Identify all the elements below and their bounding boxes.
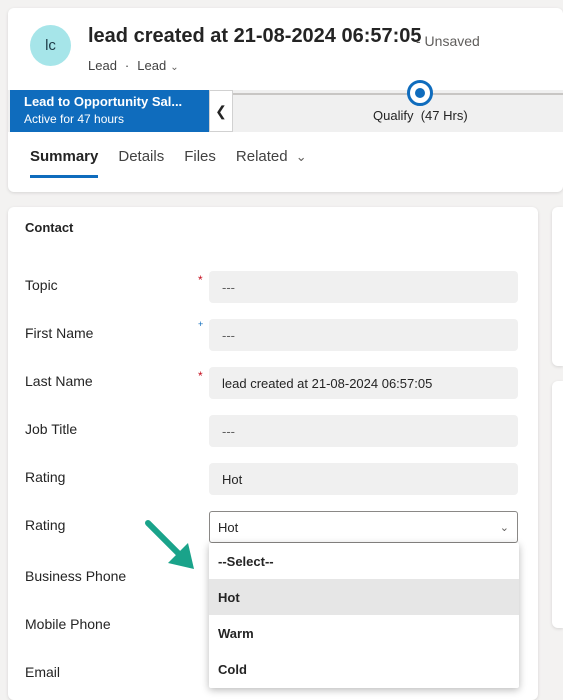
process-track <box>233 93 563 95</box>
last-name-input[interactable]: lead created at 21-08-2024 06:57:05 <box>209 367 518 399</box>
annotation-arrow-icon <box>145 520 194 569</box>
option-cold[interactable]: Cold <box>209 651 519 687</box>
stage-qualify[interactable]: Qualify (47 Hrs) <box>373 108 468 123</box>
rating-selected-value: Hot <box>218 519 239 535</box>
rating-value[interactable]: Hot <box>209 463 518 495</box>
stage-duration: (47 Hrs) <box>420 108 468 123</box>
option-hot[interactable]: Hot <box>209 579 519 615</box>
chevron-down-icon: ⌄ <box>295 149 307 164</box>
field-label: Email <box>25 664 61 680</box>
rating-select[interactable]: Hot ⌄ <box>209 511 518 543</box>
job-title-input[interactable]: --- <box>209 415 518 447</box>
form-tabs: Summary Details Files Related ⌄ <box>30 148 307 178</box>
field-label: Topic <box>25 277 58 293</box>
field-topic: Topic * --- <box>8 271 538 303</box>
stage-node-icon[interactable] <box>407 80 433 106</box>
record-subtitle: Lead · Lead ⌄ <box>88 58 179 73</box>
field-rating-readonly: Rating Hot <box>8 463 538 495</box>
tab-summary[interactable]: Summary <box>30 148 99 178</box>
chevron-down-icon: ⌄ <box>499 521 509 534</box>
field-last-name: Last Name * lead created at 21-08-2024 0… <box>8 367 538 399</box>
side-panel-card <box>552 381 563 628</box>
field-label: Mobile Phone <box>25 616 111 632</box>
record-header: lc lead created at 21-08-2024 06:57:05 -… <box>8 8 563 192</box>
option-warm[interactable]: Warm <box>209 615 519 651</box>
chevron-left-icon[interactable]: ❮ <box>209 90 233 132</box>
field-label: Last Name <box>25 373 93 389</box>
separator-dot: · <box>124 58 130 73</box>
tab-details[interactable]: Details <box>118 148 164 177</box>
process-active-duration: Active for 47 hours <box>24 112 125 126</box>
tab-related[interactable]: Related ⌄ <box>236 148 307 177</box>
form-name: Lead <box>137 58 167 73</box>
topic-input[interactable]: --- <box>209 271 518 303</box>
section-title: Contact <box>25 220 74 235</box>
field-label: Business Phone <box>25 568 127 584</box>
side-panel-card <box>552 207 563 366</box>
record-title: lead created at 21-08-2024 06:57:05 <box>88 25 422 47</box>
tab-related-label: Related <box>235 148 288 165</box>
required-marker: * <box>198 369 203 383</box>
business-process-flow: Lead to Opportunity Sal... Active for 47… <box>8 80 563 132</box>
rating-dropdown-list: --Select-- Hot Warm Cold <box>209 543 519 688</box>
field-label: Rating <box>25 469 66 485</box>
option-select[interactable]: --Select-- <box>209 543 519 579</box>
field-label: First Name <box>25 325 94 341</box>
first-name-input[interactable]: --- <box>209 319 518 351</box>
avatar: lc <box>30 25 71 66</box>
chevron-down-icon: ⌄ <box>170 62 179 73</box>
process-flyout-button[interactable]: Lead to Opportunity Sal... Active for 47… <box>10 90 209 132</box>
save-status: - Unsaved <box>416 33 480 49</box>
field-label: Job Title <box>25 421 78 437</box>
field-label: Rating <box>25 517 66 533</box>
field-first-name: First Name + --- <box>8 319 538 351</box>
stage-node-dot <box>415 88 425 98</box>
form-selector[interactable]: Lead ⌄ <box>137 58 178 73</box>
process-name: Lead to Opportunity Sal... <box>24 94 183 109</box>
field-rating: Rating Hot ⌄ <box>8 511 538 543</box>
stage-name: Qualify <box>373 108 414 123</box>
tab-files[interactable]: Files <box>184 148 216 177</box>
entity-name: Lead <box>88 58 117 73</box>
recommended-marker: + <box>198 319 204 329</box>
required-marker: * <box>198 273 203 287</box>
field-job-title: Job Title --- <box>8 415 538 447</box>
